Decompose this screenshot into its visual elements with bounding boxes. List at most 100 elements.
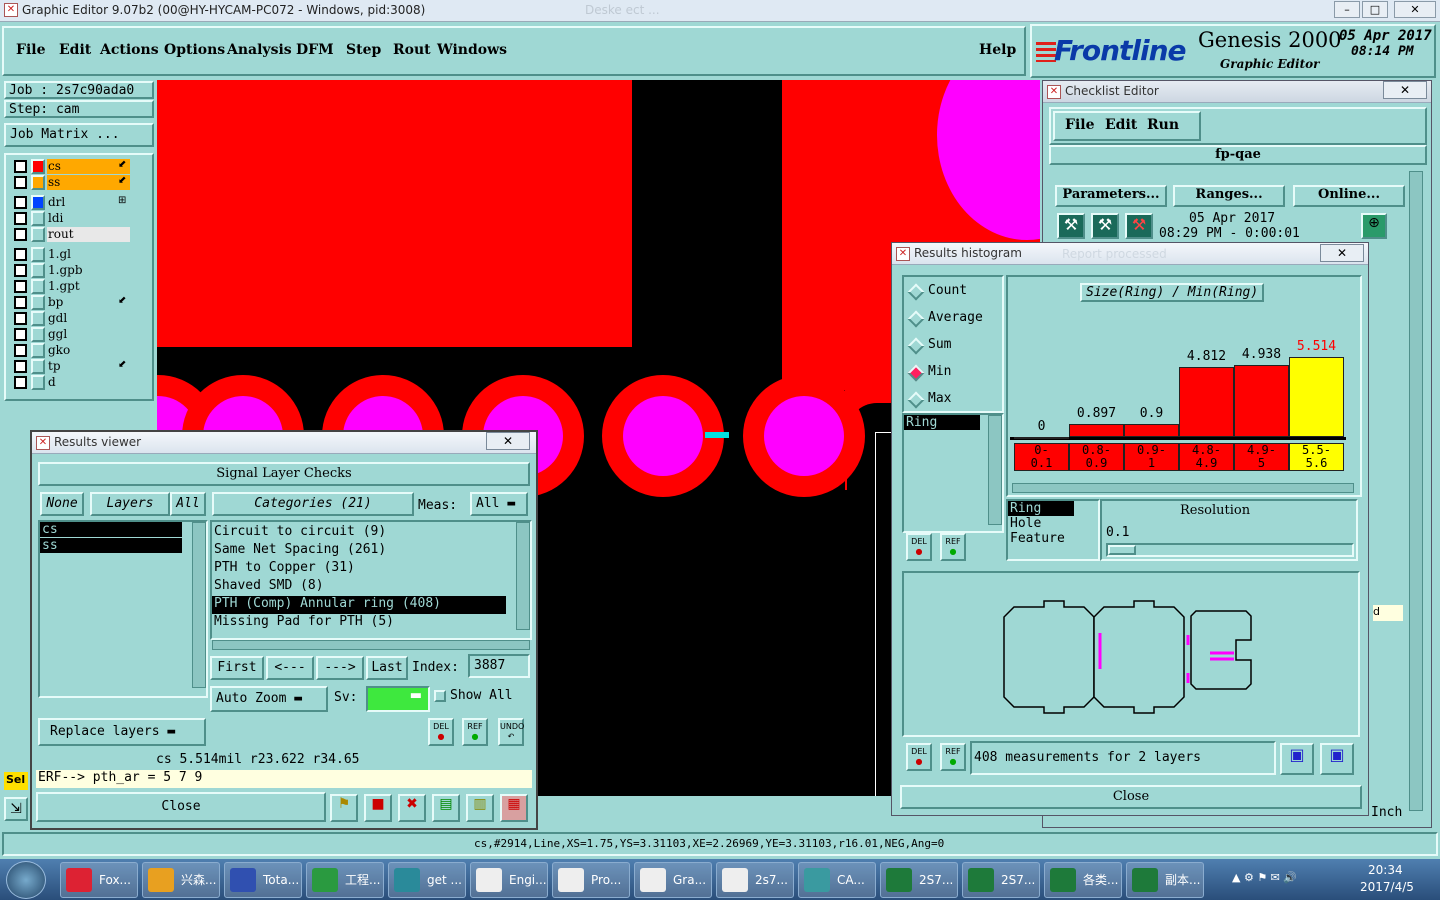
taskbar-app[interactable]: 工程... xyxy=(306,862,384,898)
layer-name[interactable]: gko xyxy=(47,343,130,358)
layer-color-swatch[interactable] xyxy=(31,159,45,174)
layer-color-swatch[interactable] xyxy=(31,359,45,374)
layer-row[interactable]: drl ⊞ xyxy=(14,195,130,210)
layer-checkbox[interactable] xyxy=(14,160,27,173)
layer-color-swatch[interactable] xyxy=(31,327,45,342)
tool-icon-4[interactable]: ▤ xyxy=(432,794,460,822)
category-item[interactable]: Shaved SMD (8) xyxy=(212,578,506,596)
layer-row[interactable]: ldi xyxy=(14,211,130,226)
results-ref-button[interactable]: REF ● xyxy=(462,718,488,746)
zoom-icon[interactable]: ⊕ xyxy=(1361,213,1387,239)
histogram-del-button[interactable]: DEL ● xyxy=(906,533,932,561)
results-close-icon[interactable]: ✕ xyxy=(486,432,530,450)
menu-help[interactable]: Help xyxy=(979,42,1016,58)
layer-row[interactable]: 1.gpt xyxy=(14,279,130,294)
results-del-button[interactable]: DEL ● xyxy=(428,718,454,746)
menu-edit[interactable]: Edit xyxy=(59,42,91,58)
categories-hscroll[interactable] xyxy=(212,640,530,650)
layer-row[interactable]: d xyxy=(14,375,130,390)
show-all-checkbox[interactable] xyxy=(434,690,446,702)
run-next-icon[interactable]: ⚒ xyxy=(1091,213,1119,239)
menu-file[interactable]: File xyxy=(16,42,45,58)
categories-button[interactable]: Categories (21) xyxy=(212,492,414,516)
all-layers-button[interactable]: All xyxy=(170,492,206,516)
menu-analysis[interactable]: Analysis xyxy=(227,42,292,58)
taskbar-app[interactable]: 2s7... xyxy=(716,862,794,898)
layer-checkbox[interactable] xyxy=(14,248,27,261)
layer-checkbox[interactable] xyxy=(14,212,27,225)
layer-checkbox[interactable] xyxy=(14,228,27,241)
tool-icon-2[interactable]: ■ xyxy=(364,794,392,822)
taskbar-app[interactable]: 各类... xyxy=(1044,862,1122,898)
radio-icon[interactable] xyxy=(907,364,925,382)
parameters-button[interactable]: Parameters... xyxy=(1055,185,1167,207)
layer-color-swatch[interactable] xyxy=(31,375,45,390)
results-layer-item[interactable]: ss xyxy=(40,538,182,553)
taskbar-app[interactable]: 副本... xyxy=(1126,862,1204,898)
layer-row[interactable]: bp ⬋ xyxy=(14,295,130,310)
checklist-scrollbar[interactable] xyxy=(1409,171,1423,811)
layer-color-swatch[interactable] xyxy=(31,247,45,262)
layer-checkbox[interactable] xyxy=(14,296,27,309)
menu-step[interactable]: Step xyxy=(346,42,381,58)
taskbar-app[interactable]: 兴森... xyxy=(142,862,220,898)
layer-row[interactable]: cs ⬋ xyxy=(14,159,130,174)
results-layer-item[interactable]: cs xyxy=(40,522,182,537)
histogram-ref-button[interactable]: REF ● xyxy=(940,533,966,561)
taskbar-app[interactable]: Tota... xyxy=(224,862,302,898)
taskbar-app[interactable]: 2S7... xyxy=(962,862,1040,898)
type-feature[interactable]: Feature xyxy=(1008,531,1098,546)
layer-row[interactable]: 1.gl xyxy=(14,247,130,262)
results-layer-scrollbar[interactable] xyxy=(192,522,206,688)
resolution-slider-handle[interactable] xyxy=(1108,545,1136,555)
ranges-button[interactable]: Ranges... xyxy=(1173,185,1285,207)
radio-icon[interactable] xyxy=(907,310,925,328)
layer-name[interactable]: 1.gpt xyxy=(47,279,130,294)
start-button[interactable] xyxy=(6,861,46,899)
layer-color-swatch[interactable] xyxy=(31,343,45,358)
layer-color-swatch[interactable] xyxy=(31,279,45,294)
checklist-menu-file[interactable]: File xyxy=(1065,117,1094,133)
taskbar-app[interactable]: 2S7... xyxy=(880,862,958,898)
categories-list[interactable]: Circuit to circuit (9) Same Net Spacing (… xyxy=(210,520,532,640)
radio-icon[interactable] xyxy=(907,337,925,355)
layer-row[interactable]: ss ⬋ xyxy=(14,175,130,190)
layer-checkbox[interactable] xyxy=(14,312,27,325)
chart-hscroll[interactable] xyxy=(1012,483,1354,493)
layer-row[interactable]: rout xyxy=(14,227,130,242)
layer-color-swatch[interactable] xyxy=(31,263,45,278)
menu-windows[interactable]: Windows xyxy=(437,42,507,58)
layer-checkbox[interactable] xyxy=(14,264,27,277)
menu-rout[interactable]: Rout xyxy=(393,42,431,58)
run-stop-icon[interactable]: ⚒ xyxy=(1125,213,1153,239)
index-input[interactable]: 3887 xyxy=(468,654,530,678)
taskbar-app[interactable]: Gra... xyxy=(634,862,712,898)
category-item[interactable]: PTH (Comp) Annular ring (408) xyxy=(212,596,506,614)
close-button[interactable]: ✕ xyxy=(1394,1,1436,18)
categories-scrollbar[interactable] xyxy=(516,522,530,630)
layer-name[interactable]: 1.gpb xyxy=(47,263,130,278)
first-button[interactable]: First xyxy=(210,656,264,680)
meas-select[interactable]: All ▬ xyxy=(470,492,528,516)
radio-icon[interactable] xyxy=(907,391,925,409)
online-button[interactable]: Online... xyxy=(1293,185,1405,207)
results-close-button[interactable]: Close xyxy=(36,792,326,822)
layer-checkbox[interactable] xyxy=(14,360,27,373)
prev-button[interactable]: <--- xyxy=(266,656,314,680)
layer-row[interactable]: gdl xyxy=(14,311,130,326)
sel-indicator[interactable]: Sel xyxy=(4,772,28,790)
resolution-slider[interactable] xyxy=(1106,543,1354,557)
taskbar-app[interactable]: get ... xyxy=(388,862,466,898)
layer-color-swatch[interactable] xyxy=(31,311,45,326)
checklist-menu-edit[interactable]: Edit xyxy=(1105,117,1137,133)
run-step-icon[interactable]: ⚒ xyxy=(1057,213,1085,239)
histogram-list-item[interactable]: Ring xyxy=(904,415,980,430)
type-hole[interactable]: Hole xyxy=(1008,516,1098,531)
tool-icon-5[interactable]: ▥ xyxy=(466,794,494,822)
histogram-list-scrollbar[interactable] xyxy=(988,415,1002,525)
layer-color-swatch[interactable] xyxy=(31,227,45,242)
layer-checkbox[interactable] xyxy=(14,344,27,357)
layer-color-swatch[interactable] xyxy=(31,211,45,226)
taskbar-app[interactable]: Engi... xyxy=(470,862,548,898)
category-item[interactable]: Circuit to circuit (9) xyxy=(212,524,506,542)
